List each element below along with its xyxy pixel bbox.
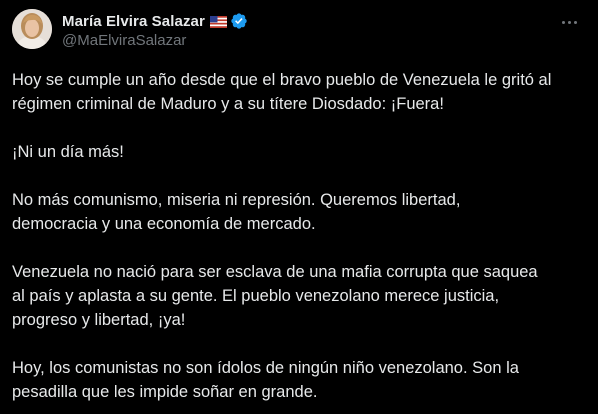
author-display-name[interactable]: María Elvira Salazar [62,13,205,30]
more-options-icon[interactable] [558,11,580,33]
display-name-row: María Elvira Salazar [62,11,248,31]
author-handle[interactable]: @MaElviraSalazar [62,32,248,49]
tweet-card: María Elvira Salazar @MaElviraSalazar Ho… [0,0,598,414]
tweet-paragraph: Hoy, los comunistas no son ídolos de nin… [12,359,519,401]
avatar-photo [12,9,52,49]
avatar[interactable] [12,9,52,49]
author-names: María Elvira Salazar @MaElviraSalazar [62,11,248,49]
tweet-paragraph: ¡Ni un día más! [12,143,124,161]
tweet-paragraph: Hoy se cumple un año desde que el bravo … [12,71,552,113]
tweet-header: María Elvira Salazar @MaElviraSalazar [12,9,586,53]
verified-badge-icon [230,12,248,30]
tweet-text: Hoy se cumple un año desde que el bravo … [12,68,578,404]
tweet-paragraph: Venezuela no nació para ser esclava de u… [12,263,538,329]
us-flag-icon [209,15,227,28]
tweet-paragraph: No más comunismo, miseria ni represión. … [12,191,461,233]
